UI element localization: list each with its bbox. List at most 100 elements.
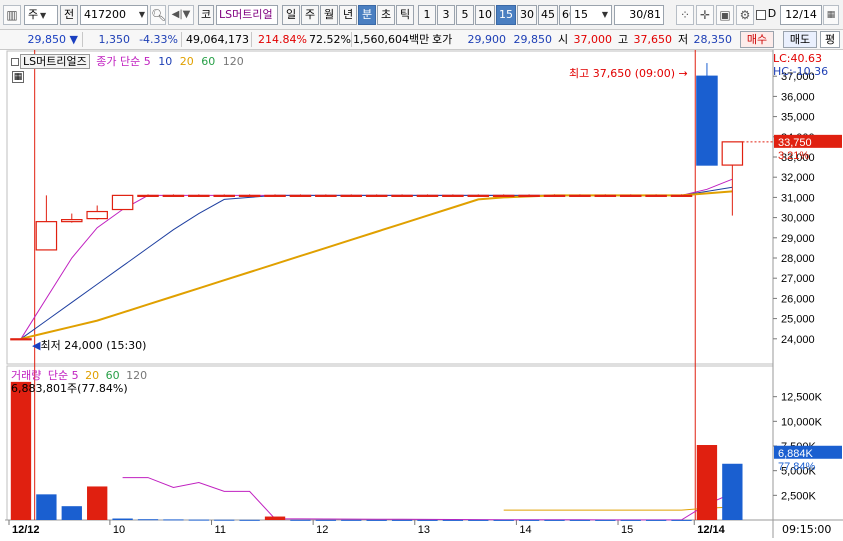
chart-type-icon[interactable]: ▥ <box>3 5 21 25</box>
candle-body <box>467 194 490 197</box>
x-tick-label: 14 <box>519 524 531 536</box>
volume-bar <box>366 519 387 521</box>
volume-bar <box>36 494 57 520</box>
d-checkbox[interactable] <box>756 10 766 20</box>
volume-value: 49,064,173 <box>186 33 249 46</box>
candle-body <box>670 194 693 197</box>
ma-120: 120 <box>222 55 244 68</box>
last-volume-pct: 77.84% <box>778 461 816 473</box>
price-tick-label: 36,000 <box>781 91 815 103</box>
time-label: 09:15:00 <box>782 523 832 536</box>
calendar-icon[interactable]: ▦ <box>823 5 839 25</box>
volume-bar <box>137 519 159 521</box>
price-tick-label: 32,000 <box>781 172 815 184</box>
candle-body <box>315 194 337 197</box>
chart-area[interactable]: 37,00036,00035,00034,00033,00032,00031,0… <box>5 50 843 538</box>
chevron-down-icon: ▼ <box>601 10 609 19</box>
interval-tab[interactable]: 5 <box>456 5 474 25</box>
volume-bar <box>620 519 641 521</box>
buy-button[interactable]: 매수 <box>740 31 774 48</box>
candle-body <box>340 194 363 197</box>
page-indicator[interactable]: 30/81 <box>614 5 664 25</box>
volume-value-text: 6,883,801주(77.84%) <box>11 382 128 395</box>
x-tick-label: 12/14 <box>697 524 725 536</box>
low-label: 저 <box>678 33 689 46</box>
price-tick-label: 24,000 <box>781 334 815 346</box>
volume-bar <box>518 519 540 521</box>
code-value: 417200 <box>84 8 126 21</box>
period-tab[interactable]: 분 <box>358 5 376 25</box>
candle-body <box>10 338 32 341</box>
interval-tab[interactable]: 45 <box>538 5 558 25</box>
period-tab[interactable]: 초 <box>377 5 395 25</box>
candle-body <box>238 194 261 197</box>
down-arrow-icon: ▼ <box>69 33 78 46</box>
candle-body <box>289 194 312 197</box>
price-value: 29,850 <box>27 33 67 46</box>
price-tick-label: 31,000 <box>781 192 815 204</box>
volume-bar <box>442 519 464 521</box>
price-tick-label: 25,000 <box>781 314 815 326</box>
volume-tick-label: 10,000K <box>781 416 823 428</box>
candle-body <box>645 194 667 197</box>
change-value: 1,350 <box>98 33 131 46</box>
amount-value: 1,560,604백만 <box>353 33 430 46</box>
turnover-ratio: 72.52% <box>309 33 351 46</box>
x-tick-label: 10 <box>113 524 125 536</box>
volume-ma5-line <box>122 477 733 521</box>
volume-tick-label: 12,500K <box>781 392 823 404</box>
interval-tab[interactable]: 30 <box>517 5 537 25</box>
volume-bar <box>544 519 565 521</box>
prefix-button[interactable]: 전 <box>60 5 78 25</box>
x-tick-label: 12/12 <box>12 524 40 536</box>
price-tick-label: 29,000 <box>781 233 815 245</box>
save-icon[interactable]: ▣ <box>716 5 734 25</box>
high-label: 고 <box>618 33 629 46</box>
chart-svg[interactable]: 37,00036,00035,00034,00033,00032,00031,0… <box>5 50 843 538</box>
candle-body <box>518 194 540 197</box>
gear-icon[interactable]: ⚙ <box>736 5 754 25</box>
volume-bar <box>696 445 718 520</box>
sell-button[interactable]: 매도 <box>783 31 817 48</box>
stock-tag: LS머트리얼즈 <box>20 54 90 69</box>
volume-bar <box>163 519 184 521</box>
interval-tab[interactable]: 10 <box>475 5 495 25</box>
ask-price: 29,900 <box>467 33 507 46</box>
stock-badge: 코 <box>198 5 214 25</box>
period-tab[interactable]: 월 <box>320 5 338 25</box>
price-tick-label: 30,000 <box>781 213 815 225</box>
candle-body <box>188 194 210 197</box>
interval-tab[interactable]: 15 <box>496 5 516 25</box>
crosshair-icon[interactable]: ✛ <box>696 5 714 25</box>
speaker-icon[interactable]: ◀|▼ <box>168 5 194 25</box>
toolbar: ▥ 주 ▼ 전 417200 ▼ 🔍︎ ◀|▼ 코 LS머트리얼 일주월년분초틱 1… <box>0 0 843 30</box>
interval-tab[interactable]: 3 <box>437 5 455 25</box>
volume-bar <box>214 519 235 521</box>
code-input[interactable]: 417200 ▼ <box>80 5 148 25</box>
eval-button[interactable]: 평 <box>820 31 840 48</box>
high-annotation: 최고 37,650 (09:00) → <box>569 67 688 80</box>
volume-bar <box>391 519 413 521</box>
change-pct: -4.33% <box>139 33 178 46</box>
candle-body <box>264 194 286 197</box>
volume-bar <box>239 519 260 521</box>
price-tick-label: 28,000 <box>781 253 815 265</box>
candle-body <box>594 194 617 197</box>
ma-line-20 <box>20 190 733 340</box>
grid-icon[interactable]: ⁘ <box>676 5 694 25</box>
date-input[interactable]: 12/14 <box>780 5 822 25</box>
search-icon[interactable]: 🔍︎ <box>150 5 166 25</box>
price-tick-label: 26,000 <box>781 293 815 305</box>
candle-body <box>61 219 83 223</box>
interval-select[interactable]: 15 ▼ <box>570 5 612 25</box>
market-select[interactable]: 주 ▼ <box>24 5 58 25</box>
period-tab[interactable]: 주 <box>301 5 319 25</box>
interval-tab[interactable]: 1 <box>418 5 436 25</box>
period-tab[interactable]: 일 <box>282 5 300 25</box>
table-icon[interactable]: ▦ <box>12 71 24 83</box>
volume-bar <box>10 381 32 520</box>
page-total: /81 <box>643 8 661 21</box>
vol-ma-120: 120 <box>126 369 148 382</box>
period-tab[interactable]: 틱 <box>396 5 414 25</box>
period-tab[interactable]: 년 <box>339 5 357 25</box>
